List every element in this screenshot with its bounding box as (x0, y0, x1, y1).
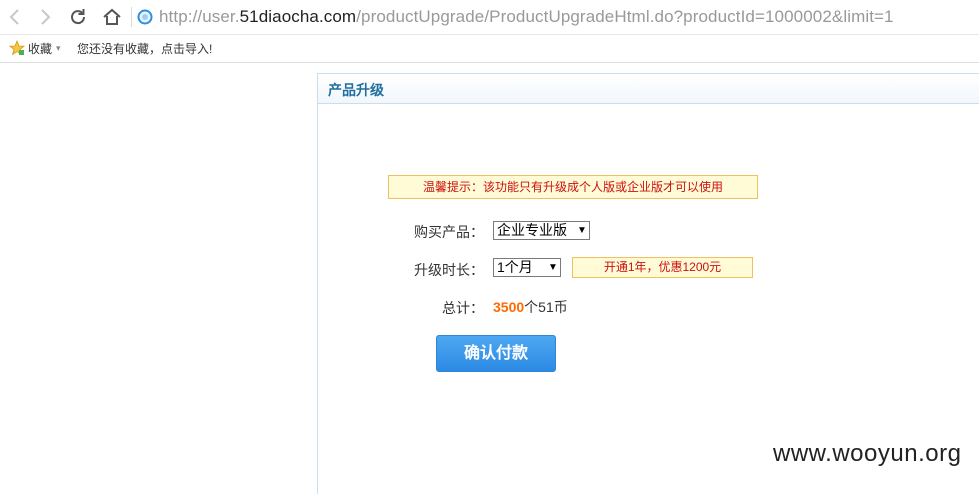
star-icon[interactable] (8, 39, 26, 56)
address-bar[interactable]: http://user.51diaocha.com/productUpgrade… (137, 5, 979, 29)
dropdown-arrow-icon: ▼ (548, 262, 558, 273)
favorites-label: 收藏 (28, 42, 53, 56)
watermark: www.wooyun.org (773, 440, 962, 467)
notice-banner: 温馨提示：该功能只有升级成个人版或企业版才可以使用 (388, 175, 758, 199)
product-select[interactable]: 企业专业版 ▼ (493, 221, 590, 240)
page-info-icon[interactable] (137, 9, 153, 25)
duration-select[interactable]: 1个月 ▼ (493, 258, 561, 277)
product-select-value: 企业专业版 (497, 222, 567, 238)
total-label: 总计： (442, 300, 484, 316)
import-bookmarks-link[interactable]: 您还没有收藏，点击导入! (77, 40, 212, 57)
url-host: 51diaocha.com (239, 7, 357, 26)
url-text[interactable]: http://user.51diaocha.com/productUpgrade… (159, 7, 894, 27)
favorites-menu[interactable]: 收藏 ▾ (28, 40, 61, 57)
total-amount: 3500 (493, 299, 525, 315)
home-icon[interactable] (101, 6, 123, 28)
upgrade-panel: 产品升级 (317, 73, 979, 494)
chevron-down-icon: ▾ (56, 43, 61, 53)
panel-header: 产品升级 (318, 74, 979, 104)
duration-select-value: 1个月 (497, 259, 533, 275)
page-title: 产品升级 (328, 82, 384, 98)
forward-icon[interactable] (34, 6, 56, 28)
toolbar-divider (131, 7, 132, 27)
url-prefix: http://user. (159, 7, 240, 26)
duration-label: 升级时长： (414, 262, 484, 278)
bookmarks-bar: 收藏 ▾ 您还没有收藏，点击导入! (0, 35, 979, 63)
promo-badge: 开通1年，优惠1200元 (572, 257, 753, 278)
back-icon[interactable] (4, 6, 26, 28)
total-value: 3500个51币 (493, 297, 568, 317)
reload-icon[interactable] (67, 6, 89, 28)
url-path: /productUpgrade/ProductUpgradeHtml.do?pr… (356, 7, 894, 26)
dropdown-arrow-icon: ▼ (577, 225, 587, 236)
confirm-payment-button[interactable]: 确认付款 (436, 335, 556, 372)
product-label: 购买产品： (414, 224, 484, 240)
browser-toolbar: http://user.51diaocha.com/productUpgrade… (0, 0, 979, 35)
total-unit: 个51币 (524, 299, 568, 315)
